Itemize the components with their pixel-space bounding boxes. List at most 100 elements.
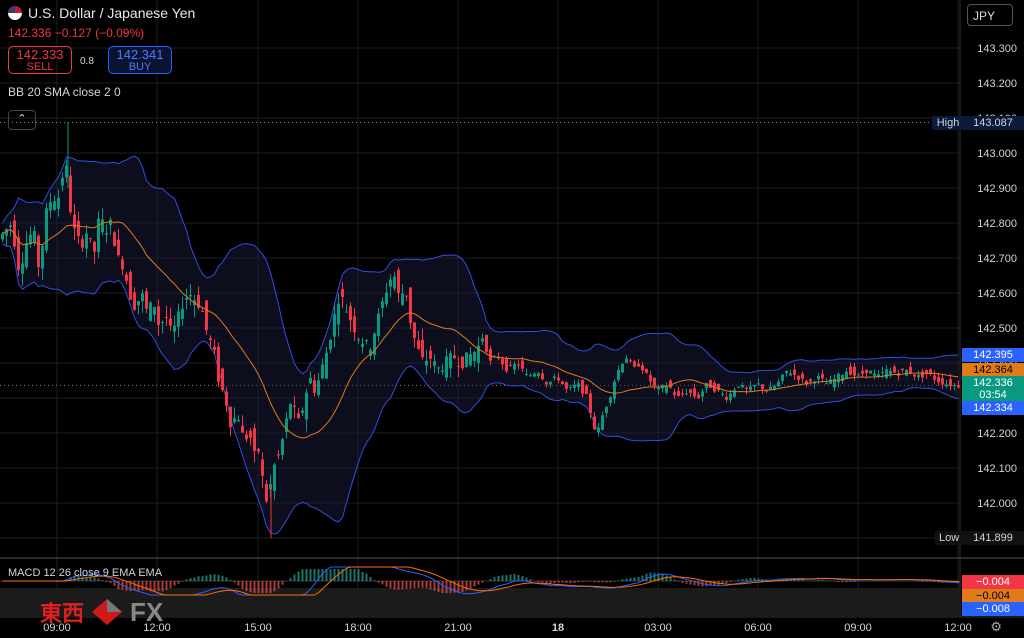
candle-body: [685, 393, 688, 395]
macd-histogram-bar: [517, 574, 520, 581]
candle-body: [837, 373, 840, 383]
candle-body: [533, 373, 536, 377]
band-fill: [2, 156, 959, 535]
candle-body: [885, 369, 888, 379]
candle-body: [317, 380, 320, 395]
indicator-legend[interactable]: BB 20 SMA close 2 0: [8, 85, 121, 99]
candle-body: [449, 353, 452, 369]
macd-histogram-bar: [473, 581, 476, 587]
macd-histogram-bar: [397, 581, 400, 590]
candle: [113, 231, 116, 247]
time-tick-label: 18: [552, 622, 564, 634]
macd-histogram-bar: [417, 581, 420, 588]
candle-body: [349, 306, 352, 321]
candle-body: [909, 366, 912, 374]
candle-body: [917, 374, 920, 378]
candle-body: [893, 366, 896, 373]
candle-body: [445, 356, 448, 378]
price-chart[interactable]: 143.300143.200143.100143.000142.900142.8…: [0, 0, 1024, 638]
macd-histogram-bar: [185, 579, 188, 581]
candle-body: [737, 386, 740, 388]
macd-histogram-bar: [297, 571, 300, 581]
candle: [485, 334, 488, 354]
macd-histogram-bar: [229, 580, 232, 581]
buy-button[interactable]: 142.341 BUY: [108, 46, 172, 74]
macd-histogram-bar: [421, 581, 424, 588]
macd-histogram-bar: [269, 581, 272, 593]
candle-body: [49, 202, 52, 211]
macd-histogram-bar: [125, 581, 128, 591]
high-label: High: [932, 115, 964, 130]
macd-legend[interactable]: MACD 12 26 close 9 EMA EMA: [8, 567, 162, 579]
candle-body: [441, 370, 444, 373]
candle-body: [201, 310, 204, 312]
candle-body: [149, 302, 152, 321]
candle-body: [865, 369, 868, 374]
candle-body: [417, 340, 420, 349]
candle-body: [401, 293, 404, 306]
candle-body: [205, 300, 208, 331]
currency-selector[interactable]: JPY: [967, 4, 1013, 26]
candle-body: [569, 386, 572, 388]
macd-histogram-bar: [173, 581, 176, 586]
macd-histogram-bar: [669, 577, 672, 581]
candle-body: [129, 271, 132, 300]
candle-body: [585, 385, 588, 394]
macd-histogram-bar: [465, 581, 468, 591]
macd-histogram-bar: [365, 573, 368, 581]
macd-histogram-bar: [849, 581, 852, 582]
sell-button[interactable]: 142.333 SELL: [8, 46, 72, 74]
time-tick-label: 21:00: [444, 622, 472, 634]
candle-body: [957, 385, 960, 388]
macd-histogram-bar: [741, 579, 744, 581]
candle-body: [229, 406, 232, 428]
candle-body: [385, 292, 388, 305]
candle-body: [465, 352, 468, 368]
candle-body: [801, 373, 804, 379]
candle-body: [85, 233, 88, 249]
macd-histogram-bar: [393, 581, 396, 590]
candle-body: [901, 368, 904, 371]
candle-body: [393, 276, 396, 289]
macd-histogram-bar: [617, 580, 620, 581]
time-tick-label: 06:00: [744, 622, 772, 634]
candle-body: [305, 392, 308, 420]
macd-histogram-bar: [389, 581, 392, 589]
price-tick-label: 142.000: [977, 498, 1017, 510]
candle-body: [53, 201, 56, 210]
macd-histogram-bar: [549, 581, 552, 584]
macd-histogram-bar: [281, 581, 284, 585]
candle-body: [489, 348, 492, 361]
price-tick-label: 142.900: [977, 183, 1017, 195]
macd-histogram-bar: [109, 581, 112, 584]
macd-histogram-bar: [845, 581, 848, 583]
macd-histogram-bar: [697, 581, 700, 587]
candle-body: [941, 378, 944, 385]
macd-histogram-bar: [541, 581, 544, 583]
candle-body: [9, 225, 12, 228]
macd-histogram-bar: [277, 581, 280, 589]
candle-body: [717, 383, 720, 391]
candle-body: [673, 392, 676, 395]
candle-body: [849, 366, 852, 375]
macd-histogram-bar: [637, 576, 640, 581]
candle-body: [381, 301, 384, 308]
buy-price: 142.341: [116, 47, 164, 62]
time-tick-label: 15:00: [244, 622, 272, 634]
macd-histogram-bar: [309, 569, 312, 581]
collapse-chevron-icon[interactable]: ⌃: [8, 110, 36, 130]
macd-histogram-bar: [605, 581, 608, 583]
candle-body: [325, 352, 328, 379]
settings-gear-icon[interactable]: ⚙: [990, 619, 1002, 635]
macd-histogram-bar: [177, 581, 180, 584]
macd-histogram-bar: [245, 581, 248, 592]
macd-histogram-bar: [481, 581, 484, 583]
symbol-title[interactable]: U.S. Dollar / Japanese Yen: [8, 5, 195, 21]
candle-body: [889, 370, 892, 375]
candle-body: [173, 325, 176, 332]
macd-histogram-bar: [373, 580, 376, 581]
candle-body: [297, 413, 300, 419]
macd-histogram-bar: [521, 576, 524, 581]
candle-body: [409, 287, 412, 324]
candle: [229, 406, 232, 437]
